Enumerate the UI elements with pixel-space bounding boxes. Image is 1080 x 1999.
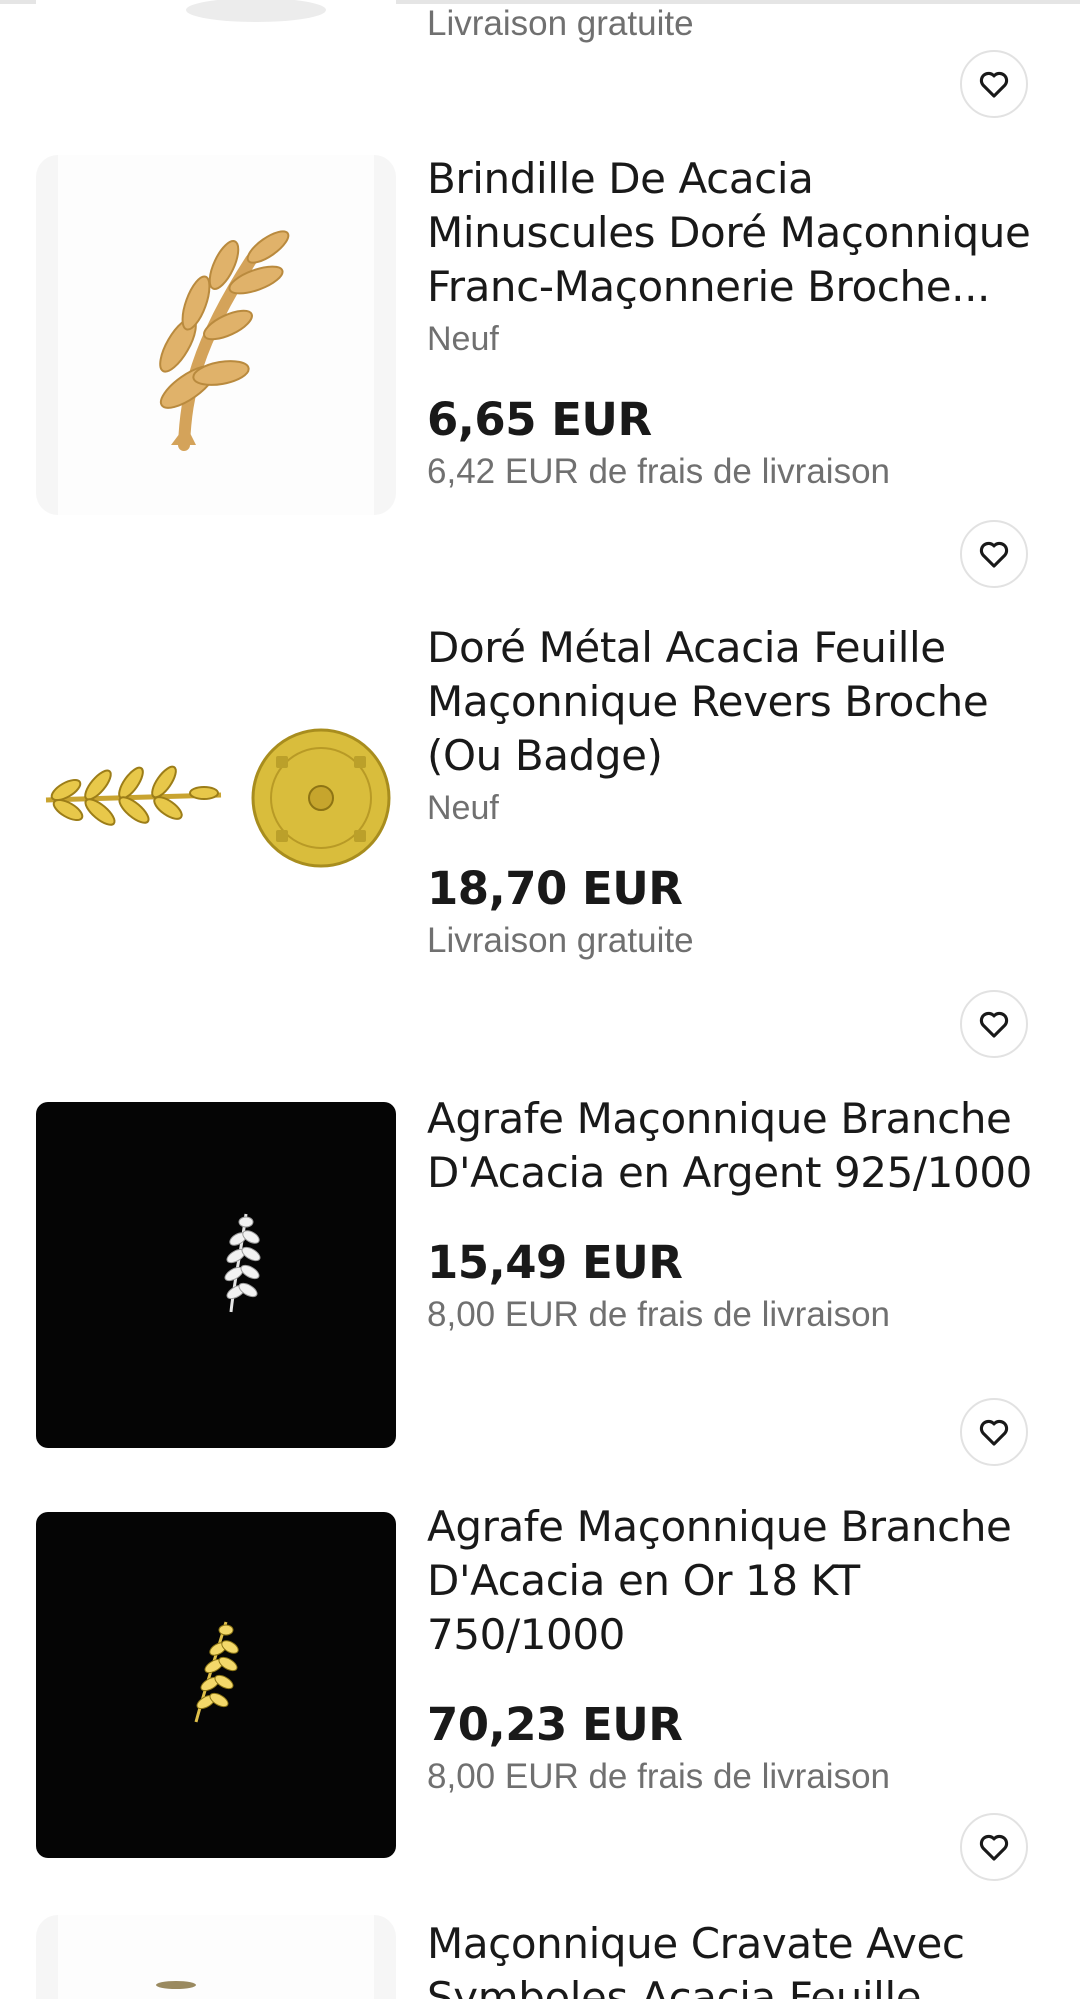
price: 70,23 EUR bbox=[427, 1698, 683, 1751]
watch-button[interactable] bbox=[960, 50, 1028, 118]
listing-title[interactable]: Agrafe Maçonnique Branche D'Acacia en Ar… bbox=[427, 1092, 1047, 1200]
listing-title[interactable]: Brindille De Acacia Minuscules Doré Maço… bbox=[427, 152, 1047, 314]
gold-acacia-brooch-icon bbox=[58, 155, 374, 515]
watch-button[interactable] bbox=[960, 1398, 1028, 1466]
product-image[interactable] bbox=[36, 0, 396, 46]
condition-text: Neuf bbox=[427, 320, 499, 358]
search-results-page: Livraison gratuite Brindille De Acacia M… bbox=[0, 0, 1080, 1999]
watch-button[interactable] bbox=[960, 1813, 1028, 1881]
listing-title[interactable]: Doré Métal Acacia Feuille Maçonnique Rev… bbox=[427, 621, 1047, 783]
watch-button[interactable] bbox=[960, 520, 1028, 588]
heart-icon bbox=[979, 1834, 1009, 1861]
shipping-text: Livraison gratuite bbox=[427, 4, 694, 43]
heart-icon bbox=[979, 1419, 1009, 1446]
heart-icon bbox=[979, 1011, 1009, 1038]
acacia-pin-with-clutch-icon bbox=[45, 728, 391, 868]
listing-title[interactable]: Agrafe Maçonnique Branche D'Acacia en Or… bbox=[427, 1500, 1047, 1662]
product-image[interactable] bbox=[36, 1102, 396, 1448]
price: 15,49 EUR bbox=[427, 1236, 683, 1289]
condition-text: Neuf bbox=[427, 789, 499, 827]
product-image[interactable] bbox=[36, 1915, 396, 1999]
product-image[interactable] bbox=[36, 1512, 396, 1858]
product-image[interactable] bbox=[36, 630, 396, 990]
heart-icon bbox=[979, 71, 1009, 98]
product-image[interactable] bbox=[36, 155, 396, 515]
silver-acacia-pin-icon bbox=[224, 1213, 261, 1313]
shipping-text: 8,00 EUR de frais de livraison bbox=[427, 1295, 890, 1334]
price: 6,65 EUR bbox=[427, 393, 652, 446]
heart-icon bbox=[979, 541, 1009, 568]
shipping-text: 8,00 EUR de frais de livraison bbox=[427, 1757, 890, 1796]
listing-title[interactable]: Maçonnique Cravate Avec Symboles Acacia … bbox=[427, 1917, 1047, 1999]
price: 18,70 EUR bbox=[427, 862, 683, 915]
gold-acacia-pin-icon bbox=[194, 1621, 239, 1723]
shipping-text: Livraison gratuite bbox=[427, 921, 694, 960]
watch-button[interactable] bbox=[960, 990, 1028, 1058]
shipping-text: 6,42 EUR de frais de livraison bbox=[427, 452, 890, 491]
